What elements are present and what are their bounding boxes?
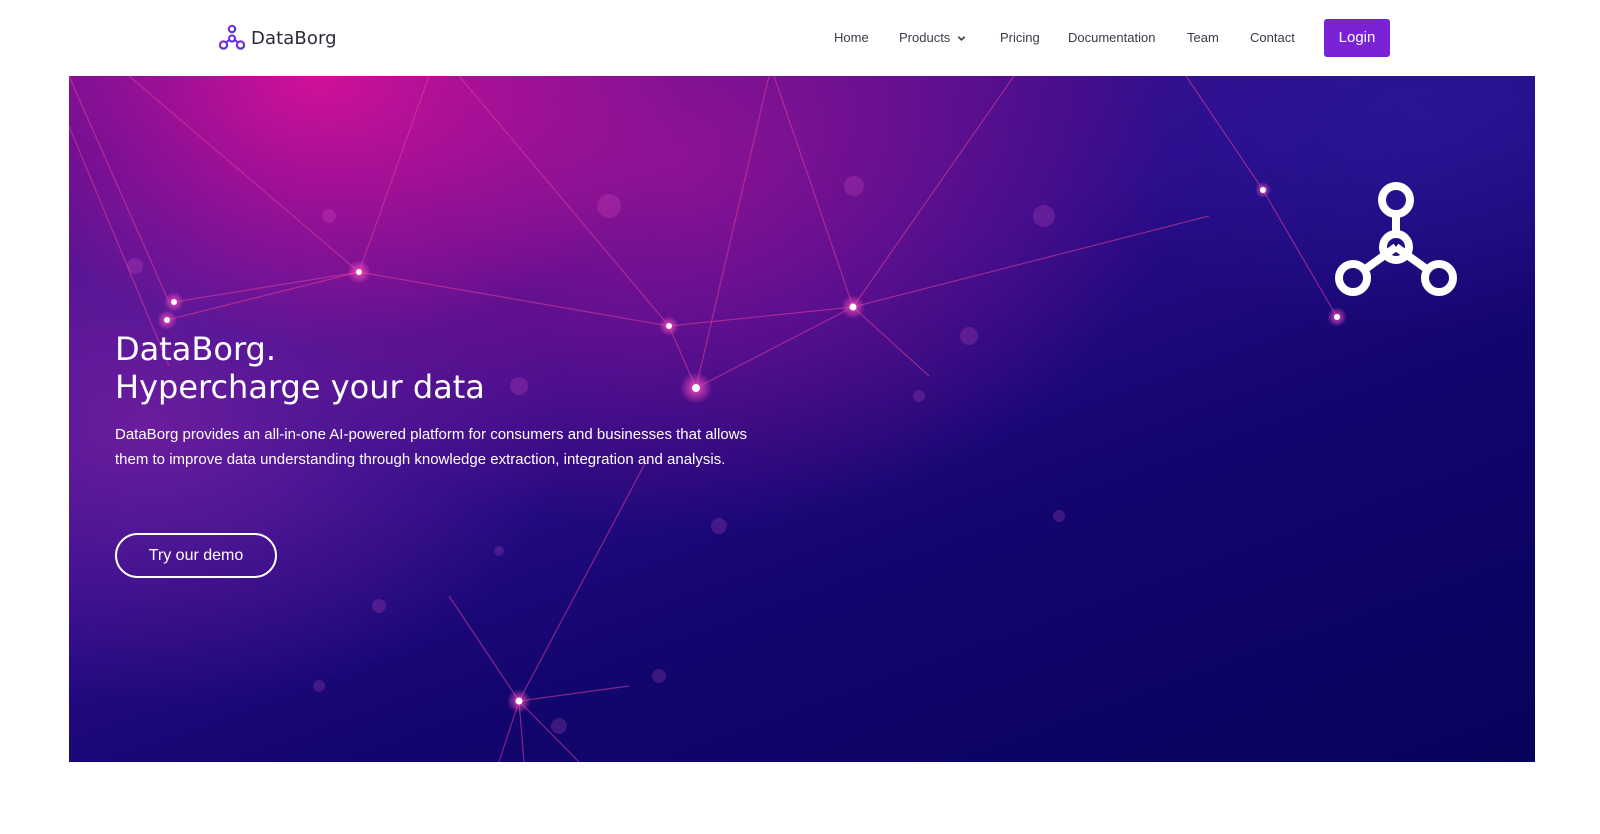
hero-title-line2: Hypercharge your data: [115, 368, 485, 406]
nav-products[interactable]: Products: [899, 27, 967, 49]
nav-contact[interactable]: Contact: [1250, 27, 1295, 49]
top-navbar: DataBorg Home Products Pricing Documenta…: [0, 0, 1600, 76]
hero-description: DataBorg provides an all-in-one AI-power…: [115, 426, 747, 468]
nav-documentation[interactable]: Documentation: [1068, 27, 1155, 49]
nav-team[interactable]: Team: [1187, 27, 1219, 49]
hero-title: DataBorg. Hypercharge your data: [115, 330, 485, 406]
hero-title-line1: DataBorg.: [115, 330, 277, 368]
try-demo-button[interactable]: Try our demo: [115, 533, 277, 578]
chevron-down-icon: [958, 35, 966, 41]
nav-pricing[interactable]: Pricing: [1000, 27, 1040, 49]
hero-banner: DataBorg. Hypercharge your data DataBorg…: [69, 76, 1535, 762]
hero-network-nodes-icon: [1335, 182, 1457, 296]
nav-home[interactable]: Home: [834, 27, 869, 49]
login-button[interactable]: Login: [1324, 19, 1390, 57]
network-background: [69, 76, 1347, 762]
nav-products-label: Products: [899, 30, 951, 45]
